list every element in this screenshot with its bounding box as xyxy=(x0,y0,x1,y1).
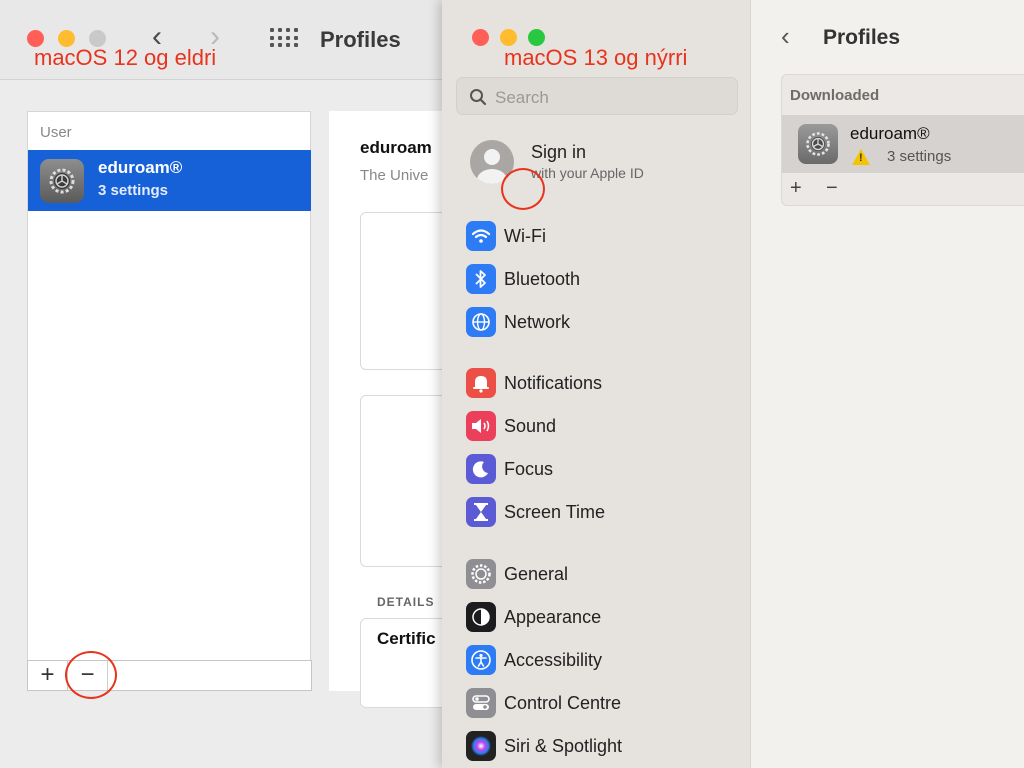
add-profile-button[interactable]: + xyxy=(28,661,68,690)
sidebar-item-general[interactable]: General xyxy=(466,559,736,589)
highlight-circle xyxy=(65,651,117,699)
sidebar-item-label: Wi-Fi xyxy=(504,226,546,246)
downloaded-profiles-group: Downloaded eduroam® ! 3 settings + − xyxy=(781,74,1024,206)
warning-icon: ! xyxy=(852,149,870,165)
sidebar-item-accessibility[interactable]: Accessibility xyxy=(466,645,736,675)
search-icon xyxy=(470,89,487,106)
profile-name: eduroam® xyxy=(850,124,930,143)
sidebar-item-label: Focus xyxy=(504,459,554,479)
close-button[interactable] xyxy=(472,29,489,46)
sidebar-item-label: Control Centre xyxy=(504,693,622,713)
sidebar-item-label: Appearance xyxy=(504,607,602,627)
minimize-button[interactable] xyxy=(500,29,517,46)
details-header: DETAILS xyxy=(377,595,435,609)
siri-icon xyxy=(466,731,496,761)
profile-settings-count: 3 settings xyxy=(887,148,952,165)
annotation-macos13: macOS 13 og nýrri xyxy=(504,45,688,70)
hourglass-icon xyxy=(466,497,496,527)
gear-icon xyxy=(466,559,496,589)
sidebar-item-label: Sound xyxy=(504,416,557,436)
search-field[interactable]: Search xyxy=(456,77,738,115)
group-header: Downloaded xyxy=(790,87,880,104)
sidebar-item-label: Accessibility xyxy=(504,650,603,670)
profile-item-eduroam[interactable]: eduroam® 3 settings xyxy=(28,150,311,211)
speaker-icon xyxy=(466,411,496,441)
new-settings-window: macOS 13 og nýrri Search Sign in with yo… xyxy=(442,0,1024,768)
gear-icon xyxy=(798,124,838,164)
sidebar-item-bluetooth[interactable]: Bluetooth xyxy=(466,264,736,294)
sidebar-item-label: General xyxy=(504,564,569,584)
sidebar-item-label: Screen Time xyxy=(504,502,606,522)
sidebar-item-screen-time[interactable]: Screen Time xyxy=(466,497,736,527)
sidebar-item-label: Notifications xyxy=(504,373,603,393)
window-title: Profiles xyxy=(320,27,401,52)
add-profile-button[interactable]: + xyxy=(790,177,802,199)
section-user-label: User xyxy=(40,124,72,141)
profiles-pane: ‹ Profiles Downloaded eduroam® ! 3 setti… xyxy=(501,0,1024,768)
sidebar-item-label: Bluetooth xyxy=(504,269,581,289)
certificate-label: Certific xyxy=(377,629,436,648)
sidebar-item-network[interactable]: Network xyxy=(466,307,736,337)
sidebar-item-focus[interactable]: Focus xyxy=(466,454,736,484)
page-title: Profiles xyxy=(823,26,901,49)
sign-in-title: Sign in xyxy=(531,142,587,162)
annotation-macos12: macOS 12 og eldri xyxy=(34,45,217,70)
sidebar-item-wifi[interactable]: Wi-Fi xyxy=(466,221,736,251)
sidebar-item-sound[interactable]: Sound xyxy=(466,411,736,441)
back-button[interactable]: ‹ xyxy=(781,22,790,50)
profile-settings-count: 3 settings xyxy=(98,182,169,199)
bell-icon xyxy=(466,368,496,398)
toggles-icon xyxy=(466,688,496,718)
sidebar-item-appearance[interactable]: Appearance xyxy=(466,602,736,632)
appearance-icon xyxy=(466,602,496,632)
sidebar-item-control-centre[interactable]: Control Centre xyxy=(466,688,736,718)
moon-icon xyxy=(466,454,496,484)
remove-profile-button[interactable]: − xyxy=(826,177,838,199)
globe-icon xyxy=(466,307,496,337)
sign-in-subtitle: with your Apple ID xyxy=(531,165,644,181)
accessibility-icon xyxy=(466,645,496,675)
gear-icon xyxy=(40,159,84,203)
profile-item-eduroam[interactable]: eduroam® ! 3 settings xyxy=(782,115,1024,173)
search-placeholder: Search xyxy=(495,88,549,107)
sidebar-item-notifications[interactable]: Notifications xyxy=(466,368,736,398)
detail-subtitle: The Unive xyxy=(360,167,429,184)
sidebar-item-siri-spotlight[interactable]: Siri & Spotlight xyxy=(466,731,736,761)
bluetooth-icon xyxy=(466,264,496,294)
profile-name: eduroam® xyxy=(98,158,183,177)
wifi-icon xyxy=(466,221,496,251)
grid-icon[interactable] xyxy=(270,28,298,48)
sidebar-item-label: Network xyxy=(504,312,571,332)
profiles-sidebar: User eduroam® 3 settings xyxy=(27,111,311,661)
sidebar-item-label: Siri & Spotlight xyxy=(504,736,623,756)
settings-sidebar: macOS 13 og nýrri Search Sign in with yo… xyxy=(442,0,751,768)
highlight-circle xyxy=(501,168,545,210)
zoom-button[interactable] xyxy=(528,29,545,46)
detail-title: eduroam xyxy=(360,138,432,157)
